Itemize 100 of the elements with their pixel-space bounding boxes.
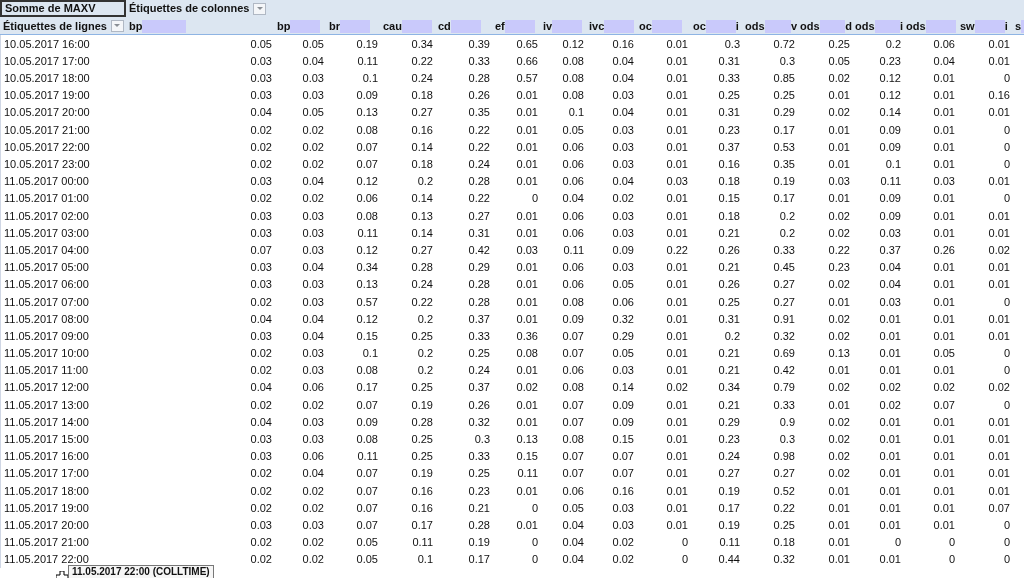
redaction-bar (819, 19, 846, 33)
table-cell-text: 0.11 (563, 242, 584, 258)
table-cell-text: 0.28 (411, 414, 433, 430)
table-cell-text: 0.02 (250, 139, 272, 155)
table-cell-text: 0.29 (773, 105, 795, 121)
table-cell-text: 0.03 (302, 71, 324, 87)
table-cell-text: 0.01 (828, 191, 850, 207)
table-cell-text: 0.07 (562, 346, 584, 362)
table-cell-text: 0.05 (356, 535, 378, 551)
table-cell-text: 0.65 (516, 36, 538, 52)
redaction-bar (925, 19, 956, 33)
row-label: 11.05.2017 03:00 (4, 226, 89, 239)
table-cell-text: 0.21 (468, 500, 490, 516)
table-cell-text: 0 (681, 552, 688, 568)
table-cell-text: 0.02 (828, 105, 850, 121)
table-cell-text: 0.03 (250, 225, 272, 241)
table-cell-text: 0.03 (302, 277, 324, 293)
table-cell-text: 0.09 (612, 242, 634, 258)
table-cell-text: 0.32 (612, 311, 634, 327)
table-cell-text: 0 (1003, 346, 1010, 362)
row-label: 11.05.2017 20:00 (4, 518, 89, 531)
table-cell-text: 0.07 (988, 500, 1010, 516)
table-cell-text: 0.37 (879, 242, 901, 258)
table-cell-text: 0.03 (250, 88, 272, 104)
table-cell-text: 0.26 (468, 397, 490, 413)
table-cell-text: 0.17 (356, 380, 378, 396)
table-cell-text: 0.01 (516, 88, 538, 104)
table-cell-text: 0.07 (933, 397, 955, 413)
table-cell-text: 0.03 (250, 277, 272, 293)
table-cell-text: 0.22 (468, 191, 490, 207)
table-cell-text: 0.01 (666, 208, 688, 224)
value-field-cell[interactable]: Somme de MAXV (0, 0, 126, 18)
table-cell-text: 0.05 (612, 346, 634, 362)
table-cell-text: 0.07 (562, 397, 584, 413)
table-cell-text: 0.28 (468, 294, 490, 310)
table-cell-text: 0.01 (516, 260, 538, 276)
table-cell-text: 0.06 (562, 174, 584, 190)
column-header: ods (800, 19, 820, 35)
row-label: 11.05.2017 04:00 (4, 243, 89, 256)
table-cell-text: 0.01 (828, 363, 850, 379)
row-label: 11.05.2017 21:00 (4, 536, 89, 549)
table-cell-text: 0.12 (356, 242, 378, 258)
table-cell-text: 0.01 (933, 191, 955, 207)
table-cell-text: 0.06 (562, 225, 584, 241)
table-cell-text: 0.01 (828, 483, 850, 499)
table-cell-text: 0.03 (250, 208, 272, 224)
table-cell-text: 0.01 (516, 174, 538, 190)
table-cell-text: 0.02 (250, 363, 272, 379)
dropdown-button[interactable] (110, 20, 124, 33)
table-cell-text: 0.03 (612, 363, 634, 379)
table-cell-text: 0.04 (250, 414, 272, 430)
table-cell-text: 0.22 (666, 242, 688, 258)
table-cell-text: 0.16 (612, 36, 634, 52)
table-cell-text: 0.01 (828, 517, 850, 533)
table-cell-text: 0.03 (302, 414, 324, 430)
table-cell-text: 0.07 (356, 397, 378, 413)
table-cell-text: 0.29 (718, 414, 740, 430)
table-cell-text: 0.02 (988, 242, 1010, 258)
column-header: ods (745, 19, 765, 35)
table-cell-text: 0.01 (879, 483, 901, 499)
table-cell-text: 0.04 (302, 466, 324, 482)
table-cell-text: 0.25 (411, 380, 433, 396)
table-cell-text: 0.1 (362, 71, 378, 87)
dropdown-button[interactable] (253, 2, 267, 15)
table-cell-text: 0.03 (879, 225, 901, 241)
table-cell-text: 0.07 (562, 449, 584, 465)
table-cell-text: 0.03 (250, 449, 272, 465)
table-cell-text: 0.03 (250, 53, 272, 69)
caret-icon (114, 24, 121, 29)
redaction-bar (604, 19, 635, 33)
table-cell-text: 0.01 (828, 500, 850, 516)
table-cell-text: 0.08 (356, 432, 378, 448)
table-cell-text: 0.02 (302, 191, 324, 207)
table-cell-text: 0.11 (719, 535, 740, 551)
table-cell-text: 0.24 (468, 157, 490, 173)
table-cell-text: 0.25 (411, 432, 433, 448)
column-header-suffix: i (1004, 19, 1008, 35)
table-cell-text: 0.02 (250, 346, 272, 362)
table-cell-text: 0.17 (468, 552, 490, 568)
table-cell-text: 0.1 (417, 552, 433, 568)
table-cell-text: 0.14 (879, 105, 901, 121)
table-cell-text: 0.03 (612, 139, 634, 155)
table-cell-text: 0.15 (612, 432, 634, 448)
caret-icon (256, 6, 263, 11)
table-cell-text: 0.01 (879, 363, 901, 379)
table-cell-text: 0.28 (468, 174, 490, 190)
table-cell-text: 0.19 (356, 36, 378, 52)
table-cell-text: 0.02 (828, 328, 850, 344)
row-label: 11.05.2017 22:00 (4, 553, 89, 566)
table-cell-text: 0 (531, 535, 538, 551)
table-cell-text: 0.01 (988, 105, 1010, 121)
table-cell-text: 0.01 (666, 122, 688, 138)
table-cell-text: 0.13 (411, 208, 433, 224)
row-label: 11.05.2017 10:00 (4, 347, 89, 360)
table-cell-text: 0.07 (250, 242, 272, 258)
table-cell-text: 0.01 (879, 449, 901, 465)
table-cell-text: 0.26 (718, 277, 740, 293)
table-cell-text: 0 (894, 535, 901, 551)
table-cell-text: 0.02 (828, 277, 850, 293)
table-cell-text: 0.98 (773, 449, 795, 465)
